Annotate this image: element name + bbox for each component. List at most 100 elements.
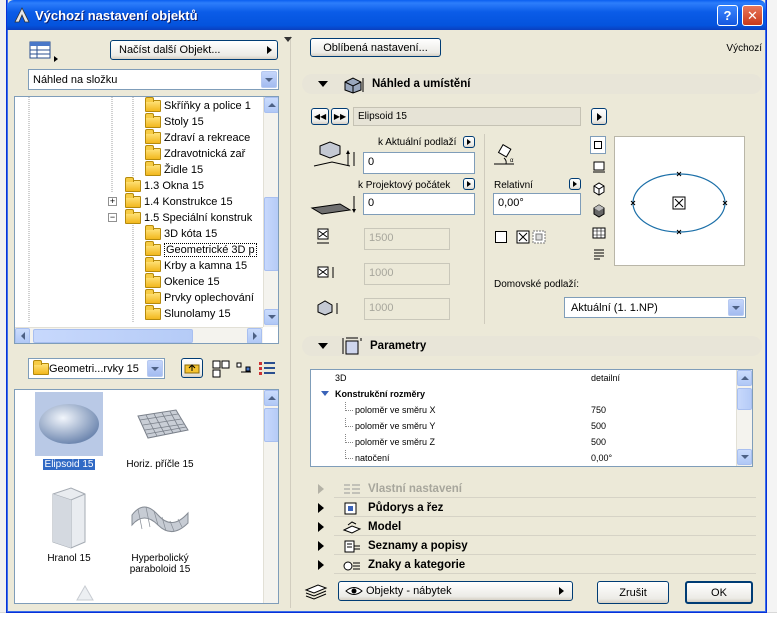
object-name-menu-button[interactable] — [591, 108, 607, 125]
parameter-name: 3D — [335, 373, 347, 383]
folder-select[interactable]: Geometri...rvky 15 — [28, 358, 165, 379]
parameter-row[interactable]: poloměr ve směru X 750 — [311, 402, 736, 418]
project-origin-input[interactable]: 0 — [363, 193, 475, 215]
depth-input[interactable]: 1000 — [364, 263, 450, 285]
cancel-button[interactable]: Zrušit — [597, 581, 669, 604]
tree-item-label: Krby a kamna 15 — [164, 260, 248, 272]
ok-button[interactable]: OK — [685, 581, 753, 604]
tree-item[interactable]: 1.4 Konstrukce 15 — [125, 193, 233, 210]
folder-up-button[interactable] — [181, 358, 203, 378]
thumbnail-label: Horiz. příčle 15 — [126, 459, 194, 470]
project-origin-menu-button[interactable] — [463, 178, 475, 190]
tree-item[interactable]: Okenice 15 — [145, 273, 220, 290]
tree-item[interactable]: Slunolamy 15 — [145, 305, 231, 322]
thumbnail-item[interactable]: Horiz. příčle 15 — [120, 392, 200, 470]
parameters-list[interactable]: natočení 0,00° poloměr ve směru Z 500 polomě… — [310, 369, 753, 467]
parameter-name: poloměr ve směru Z — [355, 437, 436, 447]
category-row[interactable]: Model — [302, 518, 756, 536]
shaded-3d-icon[interactable] — [592, 204, 606, 218]
scroll-left-button[interactable] — [15, 328, 30, 343]
tree-item-label: Slunolamy 15 — [164, 308, 231, 320]
parameter-row[interactable]: poloměr ve směru Z 500 — [311, 434, 736, 450]
home-floor-select-value: Aktuální (1. 1.NP) — [571, 301, 658, 314]
title-bar[interactable]: Výchozí nastavení objektů ? ✕ — [7, 0, 766, 30]
previous-object-button[interactable]: ◀◀ — [311, 108, 329, 125]
category-row[interactable]: Půdorys a řez — [302, 499, 756, 517]
home-floor-select[interactable]: Aktuální (1. 1.NP) — [564, 297, 746, 318]
next-object-button[interactable]: ▶▶ — [331, 108, 349, 125]
parameter-group-row[interactable]: Konstrukční rozměry — [311, 386, 736, 402]
category-row[interactable]: Seznamy a popisy — [302, 537, 756, 555]
wireframe-3d-icon[interactable] — [592, 182, 606, 196]
tree-item[interactable]: 1.5 Speciální konstruk — [125, 209, 252, 226]
thumbnail-item[interactable]: Hyperbolický paraboloid 15 — [120, 486, 200, 575]
collapse-arrow-icon[interactable] — [284, 37, 292, 42]
list-view-icon[interactable] — [258, 361, 276, 375]
tree-item[interactable]: Krby a kamna 15 — [145, 257, 248, 274]
tree-item[interactable]: Stoly 15 — [145, 113, 204, 130]
view-mode-icon[interactable] — [28, 40, 68, 62]
scroll-right-button[interactable] — [247, 328, 262, 343]
scroll-thumb[interactable] — [737, 388, 752, 410]
parameters-scrollbar[interactable] — [736, 370, 752, 466]
height-input[interactable]: 1000 — [364, 298, 450, 320]
rotation-input[interactable]: 0,00° — [493, 193, 581, 215]
mirror-checkbox[interactable] — [495, 231, 507, 243]
side-view-icon[interactable] — [592, 160, 606, 174]
small-icons-view-icon[interactable] — [236, 362, 252, 376]
tree-item[interactable]: 3D kóta 15 — [145, 225, 217, 242]
expand-icon[interactable]: + — [108, 197, 117, 206]
ellipsoid-preview-icon — [35, 392, 103, 456]
scroll-up-button[interactable] — [264, 390, 278, 406]
tree-item[interactable]: Skříňky a police 1 — [145, 97, 251, 114]
settings-panel: Oblíbená nastavení... Výchozí Náhled a u… — [294, 34, 764, 609]
object-name-field[interactable]: Elipsoid 15 — [353, 107, 581, 126]
tree-item[interactable]: Zdravotnická zař — [145, 145, 245, 162]
expand-arrow-icon — [318, 541, 324, 551]
category-separator — [334, 573, 756, 574]
parameter-row[interactable]: poloměr ve směru Y 500 — [311, 418, 736, 434]
tree-horizontal-scrollbar[interactable] — [15, 327, 263, 343]
tree-item[interactable]: 1.3 Okna 15 — [125, 177, 204, 194]
tree-item[interactable]: Geometrické 3D p — [145, 241, 257, 258]
category-row[interactable]: Znaky a kategorie — [302, 556, 756, 574]
scroll-up-button[interactable] — [264, 97, 278, 113]
group-expand-icon[interactable] — [321, 391, 329, 396]
collapse-icon[interactable]: − — [108, 213, 117, 222]
current-floor-input[interactable]: 0 — [363, 152, 475, 174]
scroll-down-button[interactable] — [737, 449, 752, 465]
thumbnail-item[interactable]: Hranol 15 — [29, 486, 109, 564]
list-settings-icon[interactable] — [592, 248, 606, 262]
category-label: Půdorys a řez — [368, 502, 444, 514]
tree-item[interactable]: Židle 15 — [145, 161, 203, 178]
close-button[interactable]: ✕ — [742, 5, 763, 26]
floor-plan-view-button[interactable] — [590, 136, 606, 154]
parameter-row[interactable]: natočení 0,00° — [311, 450, 736, 466]
scroll-down-button[interactable] — [264, 309, 278, 325]
large-icons-view-icon[interactable] — [212, 360, 230, 378]
section-parameters-header[interactable]: Parametry — [302, 336, 762, 356]
layer-select-button[interactable]: Objekty - nábytek — [338, 581, 573, 601]
tree-item[interactable]: Prvky oplechování — [145, 289, 254, 306]
favorites-button[interactable]: Oblíbená nastavení... — [310, 38, 441, 57]
width-input[interactable]: 1500 — [364, 228, 450, 250]
load-other-object-button[interactable]: Načíst další Objekt... — [110, 40, 278, 60]
tree-vertical-scrollbar[interactable] — [263, 97, 278, 327]
library-folder-tree[interactable]: Skříňky a police 1 Stoly 15 Zdraví a rekre… — [14, 96, 279, 344]
thumbnail-item[interactable]: Elipsoid 15 — [29, 392, 109, 470]
relative-menu-button[interactable] — [569, 178, 581, 190]
object-thumbnails[interactable]: Elipsoid 15 Horiz. příčle 15 Hranol 15 H… — [14, 389, 279, 604]
current-floor-menu-button[interactable] — [463, 136, 475, 148]
section-view-icon[interactable] — [592, 226, 606, 240]
scroll-thumb[interactable] — [33, 329, 193, 343]
section-preview-header[interactable]: Náhled a umístění — [302, 74, 762, 94]
expand-arrow-icon — [318, 560, 324, 570]
thumbnails-scrollbar[interactable] — [263, 390, 278, 603]
tree-item[interactable]: Zdraví a rekreace — [145, 129, 250, 146]
scroll-thumb[interactable] — [264, 408, 278, 442]
scroll-thumb[interactable] — [264, 197, 278, 271]
scroll-up-button[interactable] — [737, 370, 752, 386]
parameter-row[interactable]: 3D detailní — [311, 370, 736, 386]
view-mode-select[interactable]: Náhled na složku — [28, 69, 279, 90]
help-button[interactable]: ? — [717, 5, 738, 26]
